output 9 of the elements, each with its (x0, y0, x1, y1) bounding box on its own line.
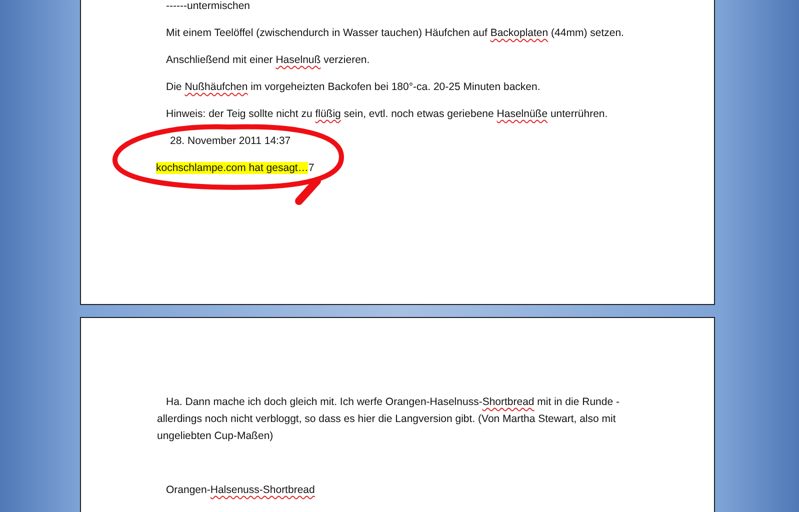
paragraph: Mit einem Teelöffel (zwischendurch in Wasser tauchen) Häufchen auf Backoplaten (44mm) setzen. (166, 26, 625, 41)
paragraph: kochschlampe.com hat gesagt…7 (156, 161, 316, 176)
paragraph: Anschließend mit einer Haselnuß verzieren. (166, 53, 371, 68)
paragraph: 28. November 2011 14:37 (169, 134, 292, 149)
paragraph: Ha. Dann mache ich doch gleich mit. Ich werfe Orangen-Haselnuss-Shortbread mit in die Runde - allerdings noch nicht verbloggt, so dass es hier die Langversion gibt. (Von Martha Stewart, also mit ungeliebten Cup-Maßen) (157, 395, 620, 444)
paragraph: Orangen-Halsenuss-Shortbread (165, 483, 316, 498)
paragraph: Hinweis: der Teig sollte nicht zu flüßig sein, evtl. noch etwas geriebene Haselnüße unterrühren. (166, 107, 609, 122)
paragraph: ------untermischen (166, 0, 252, 14)
paragraph: Die Nußhäufchen im vorgeheizten Backofen bei 180°-ca. 20-25 Minuten backen. (166, 80, 542, 95)
